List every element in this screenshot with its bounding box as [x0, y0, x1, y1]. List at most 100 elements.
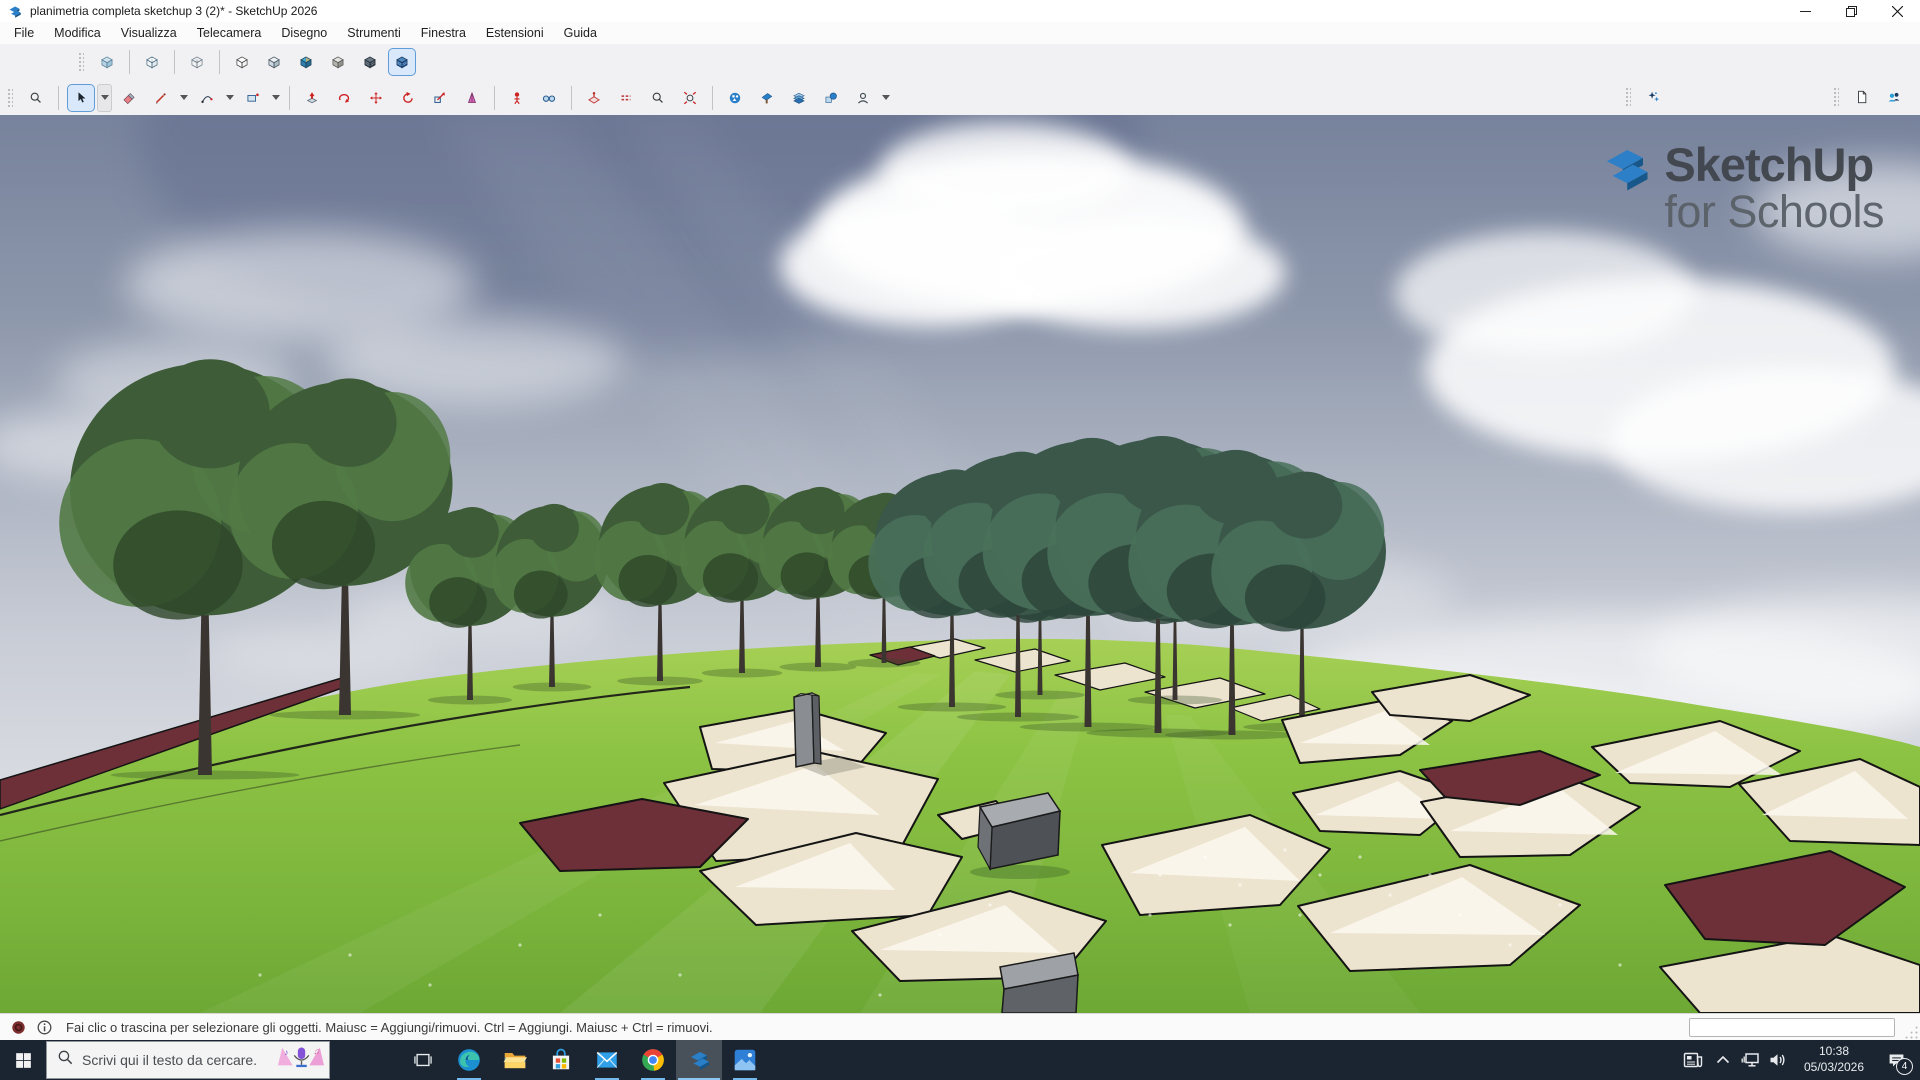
- sketchup-logo-icon: [1598, 141, 1652, 195]
- restore-button[interactable]: [1828, 0, 1874, 22]
- clock-time: 10:38: [1794, 1044, 1874, 1060]
- network-icon[interactable]: [1736, 1040, 1764, 1080]
- style-hidden-line-button[interactable]: [228, 48, 256, 76]
- svg-text:♪: ♪: [284, 1046, 288, 1056]
- menu-modifica[interactable]: Modifica: [44, 22, 111, 44]
- style-shaded-button[interactable]: [260, 48, 288, 76]
- arcs-dropdown-arrow[interactable]: [223, 84, 236, 112]
- toolbar-separator: [58, 86, 59, 110]
- toolbar-drag-handle[interactable]: [7, 88, 13, 108]
- taskbar-app-task-view[interactable]: [400, 1040, 446, 1080]
- zoom-extents-tool-button[interactable]: [676, 84, 704, 112]
- scene-canvas[interactable]: [0, 115, 1920, 1013]
- scale-tool-button[interactable]: [426, 84, 454, 112]
- taskbar-app-sketchup[interactable]: [676, 1040, 722, 1080]
- menu-disegno[interactable]: Disegno: [271, 22, 337, 44]
- menu-estensioni[interactable]: Estensioni: [476, 22, 554, 44]
- window-title: planimetria completa sketchup 3 (2)* - S…: [30, 4, 317, 18]
- shapes-dropdown-arrow[interactable]: [269, 84, 282, 112]
- tools-toolbar: [0, 80, 1920, 116]
- notification-badge: 4: [1896, 1058, 1913, 1075]
- watermark-brand: SketchUp: [1664, 141, 1884, 188]
- zoom-tool-button[interactable]: [644, 84, 672, 112]
- materials-tool-button[interactable]: [753, 84, 781, 112]
- model-viewport[interactable]: SketchUp for Schools: [0, 115, 1920, 1013]
- taskbar-app-photos[interactable]: [722, 1040, 768, 1080]
- toolbar-separator: [129, 50, 130, 74]
- style-shaded-textures-button[interactable]: [292, 48, 320, 76]
- taskbar-app-edge[interactable]: [446, 1040, 492, 1080]
- taskbar: ♪♫ 10:38 05/03/2026 4: [0, 1040, 1920, 1080]
- style-wireframe-button[interactable]: [183, 48, 211, 76]
- toolbar-separator: [219, 50, 220, 74]
- taskbar-app-chrome[interactable]: [630, 1040, 676, 1080]
- section-display-tool-button[interactable]: [612, 84, 640, 112]
- style-monochrome-button[interactable]: [324, 48, 352, 76]
- toolbar-separator: [494, 86, 495, 110]
- notification-center-icon[interactable]: 4: [1876, 1040, 1916, 1080]
- style-back-edges-button[interactable]: [138, 48, 166, 76]
- toolbar-separator: [174, 50, 175, 74]
- rotate-tool-button[interactable]: [394, 84, 422, 112]
- select-dropdown-arrow[interactable]: [97, 84, 112, 112]
- search-input[interactable]: [80, 1051, 272, 1069]
- styles-panel-tool-button[interactable]: [721, 84, 749, 112]
- tape-measure-tool-button[interactable]: [458, 84, 486, 112]
- menu-visualizza[interactable]: Visualizza: [111, 22, 187, 44]
- 3d-scene[interactable]: [0, 115, 1920, 1013]
- components-tool-button[interactable]: [817, 84, 845, 112]
- taskbar-app-file-explorer[interactable]: [492, 1040, 538, 1080]
- eraser-tool-button[interactable]: [115, 84, 143, 112]
- tray-chevron-up-icon[interactable]: [1710, 1040, 1736, 1080]
- toolbar-drag-handle[interactable]: [78, 52, 84, 72]
- account-tool-button[interactable]: [849, 84, 877, 112]
- line-tool-button[interactable]: [147, 84, 175, 112]
- follow-me-tool-button[interactable]: [330, 84, 358, 112]
- close-button[interactable]: [1874, 0, 1920, 22]
- taskbar-app-store[interactable]: [538, 1040, 584, 1080]
- move-tool-button[interactable]: [362, 84, 390, 112]
- collaborators-button[interactable]: [1880, 83, 1908, 111]
- taskbar-app-mail[interactable]: [584, 1040, 630, 1080]
- style-blue-button[interactable]: [388, 48, 416, 76]
- arcs-tool-button[interactable]: [193, 84, 221, 112]
- sketchup-app-icon: [7, 4, 22, 19]
- shapes-tool-button[interactable]: [239, 84, 267, 112]
- menu-telecamera[interactable]: Telecamera: [187, 22, 272, 44]
- resize-grip[interactable]: [1904, 1025, 1918, 1039]
- volume-icon[interactable]: [1764, 1040, 1792, 1080]
- menu-file[interactable]: File: [4, 22, 44, 44]
- section-plane-tool-button[interactable]: [580, 84, 608, 112]
- ai-assistant-button[interactable]: [1640, 83, 1668, 111]
- menu-guida[interactable]: Guida: [554, 22, 607, 44]
- taskbar-search[interactable]: ♪♫: [46, 1041, 330, 1079]
- window-controls: [1782, 0, 1920, 22]
- taskbar-clock[interactable]: 10:38 05/03/2026: [1794, 1044, 1874, 1075]
- look-around-tool-button[interactable]: [535, 84, 563, 112]
- clock-date: 05/03/2026: [1794, 1060, 1874, 1076]
- news-widget-icon[interactable]: [1676, 1040, 1710, 1080]
- toolbar-drag-handle[interactable]: [1833, 87, 1839, 107]
- title-bar: planimetria completa sketchup 3 (2)* - S…: [0, 0, 1920, 22]
- push-pull-tool-button[interactable]: [298, 84, 326, 112]
- minimize-button[interactable]: [1782, 0, 1828, 22]
- style-dark-button[interactable]: [356, 48, 384, 76]
- style-xray-button[interactable]: [93, 48, 121, 76]
- position-camera-tool-button[interactable]: [503, 84, 531, 112]
- measurements-input[interactable]: [1689, 1018, 1895, 1037]
- watermark: SketchUp for Schools: [1598, 141, 1884, 237]
- new-document-button[interactable]: [1848, 83, 1876, 111]
- menu-strumenti[interactable]: Strumenti: [337, 22, 411, 44]
- select-tool-button[interactable]: [67, 84, 95, 112]
- menu-finestra[interactable]: Finestra: [411, 22, 476, 44]
- line-dropdown-arrow[interactable]: [177, 84, 190, 112]
- search-tool-button[interactable]: [22, 84, 50, 112]
- info-icon[interactable]: [36, 1020, 52, 1036]
- geolocation-status-icon[interactable]: [10, 1020, 26, 1036]
- tags-tool-button[interactable]: [785, 84, 813, 112]
- status-hint: Fai clic o trascina per selezionare gli …: [66, 1020, 713, 1035]
- account-dropdown-arrow[interactable]: [879, 84, 892, 112]
- start-button[interactable]: [0, 1040, 46, 1080]
- toolbar-drag-handle[interactable]: [1625, 87, 1631, 107]
- search-highlight-mic-graphic[interactable]: ♪♫: [278, 1045, 324, 1076]
